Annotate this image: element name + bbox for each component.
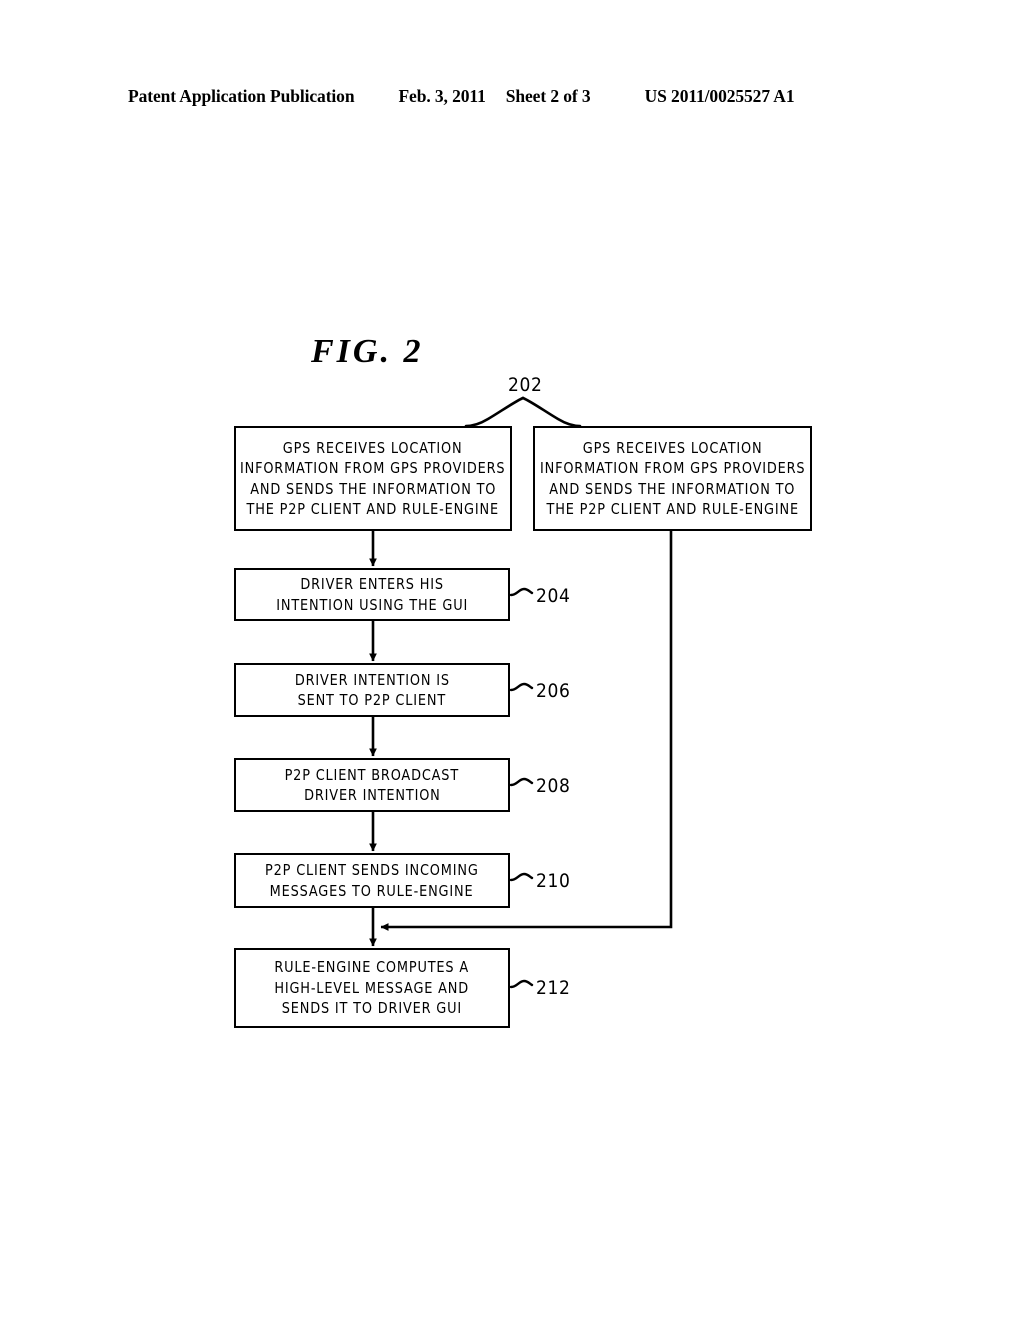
box-text-line: RULE-ENGINE COMPUTES A [274, 958, 470, 977]
process-box-202-right[interactable]: GPS RECEIVES LOCATION INFORMATION FROM G… [533, 426, 812, 531]
reference-numeral-202: 202 [508, 374, 543, 396]
reference-numeral-204: 204 [536, 585, 571, 607]
box-text-line: SENT TO P2P CLIENT [297, 691, 447, 709]
reference-numeral-212: 212 [536, 977, 571, 999]
leader-206 [509, 682, 534, 692]
leader-212 [509, 979, 534, 989]
reference-numeral-206: 206 [536, 680, 571, 702]
leader-210 [509, 872, 534, 882]
box-text-line: GPS RECEIVES LOCATION [283, 438, 463, 457]
box-text-line: DRIVER ENTERS HIS [300, 575, 444, 593]
box-text-line: DRIVER INTENTION [303, 786, 441, 804]
box-text-line: INFORMATION FROM GPS PROVIDERS [240, 459, 506, 477]
process-box-208[interactable]: P2P CLIENT BROADCAST DRIVER INTENTION [234, 758, 510, 812]
process-box-202-left[interactable]: GPS RECEIVES LOCATION INFORMATION FROM G… [234, 426, 512, 531]
reference-numeral-208: 208 [536, 775, 571, 797]
box-text-line: SENDS IT TO DRIVER GUI [281, 999, 463, 1018]
flowchart-connectors [369, 396, 673, 989]
process-box-210[interactable]: P2P CLIENT SENDS INCOMING MESSAGES TO RU… [234, 853, 510, 908]
box-text-line: HIGH-LEVEL MESSAGE AND [274, 978, 470, 997]
process-box-206[interactable]: DRIVER INTENTION IS SENT TO P2P CLIENT [234, 663, 510, 717]
process-box-204[interactable]: DRIVER ENTERS HIS INTENTION USING THE GU… [234, 568, 510, 621]
box-text-line: AND SENDS THE INFORMATION TO [249, 479, 497, 498]
box-text-line: DRIVER INTENTION IS [294, 670, 450, 689]
box-text-line: THE P2P CLIENT AND RULE-ENGINE [246, 500, 500, 518]
box-text-line: THE P2P CLIENT AND RULE-ENGINE [546, 500, 799, 518]
leader-204 [509, 587, 534, 597]
box-text-line: INTENTION USING THE GUI [276, 595, 468, 614]
leader-208 [509, 777, 534, 787]
box-text-line: P2P CLIENT SENDS INCOMING [265, 861, 479, 879]
box-text-line: GPS RECEIVES LOCATION [582, 438, 763, 457]
process-box-212[interactable]: RULE-ENGINE COMPUTES A HIGH-LEVEL MESSAG… [234, 948, 510, 1028]
reference-numeral-210: 210 [536, 870, 571, 892]
brace-202 [464, 396, 582, 428]
box-text-line: INFORMATION FROM GPS PROVIDERS [539, 459, 806, 477]
box-text-line: P2P CLIENT BROADCAST [284, 765, 460, 784]
box-text-line: MESSAGES TO RULE-ENGINE [270, 881, 474, 900]
box-text-line: AND SENDS THE INFORMATION TO [549, 479, 796, 498]
